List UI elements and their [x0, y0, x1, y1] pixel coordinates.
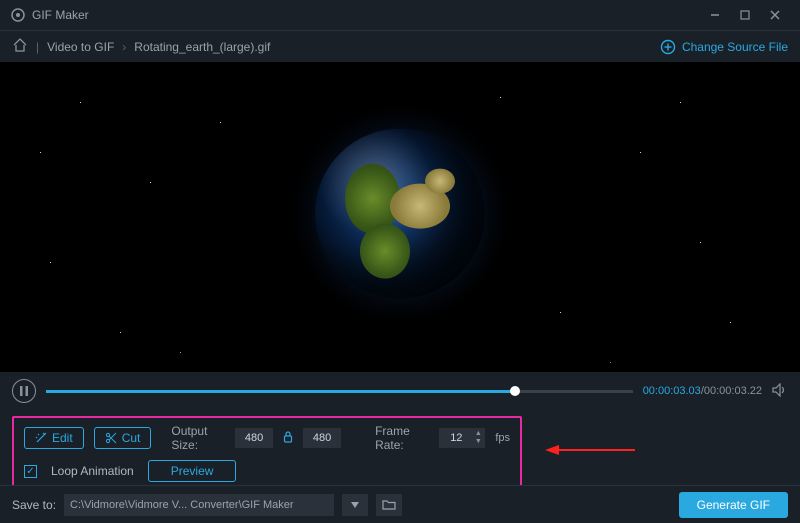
footer-bar: Save to: Generate GIF — [0, 485, 800, 523]
breadcrumb-separator: | — [36, 40, 39, 54]
seek-thumb[interactable] — [510, 386, 520, 396]
output-size-label: Output Size: — [171, 424, 225, 452]
breadcrumb-item-1[interactable]: Video to GIF — [47, 40, 114, 54]
save-path-dropdown[interactable] — [342, 494, 368, 516]
chevron-down-icon[interactable]: ▼ — [473, 438, 483, 446]
open-folder-button[interactable] — [376, 494, 402, 516]
time-total: 00:00:03.22 — [704, 385, 762, 397]
frame-rate-label: Frame Rate: — [375, 424, 429, 452]
chevron-right-icon: › — [122, 40, 126, 54]
generate-label: Generate GIF — [697, 498, 770, 512]
app-logo-icon — [10, 7, 26, 23]
preview-button[interactable]: Preview — [148, 460, 237, 482]
change-source-button[interactable]: Change Source File — [660, 39, 788, 55]
preview-viewport — [0, 62, 800, 372]
output-width-input[interactable] — [235, 428, 273, 448]
frame-rate-stepper[interactable]: ▲▼ — [473, 428, 483, 448]
breadcrumb-item-2: Rotating_earth_(large).gif — [134, 40, 270, 54]
close-button[interactable] — [760, 10, 790, 20]
wand-icon — [35, 432, 47, 444]
playback-controls: 00:00:03.03/00:00:03.22 — [0, 372, 800, 410]
change-source-label: Change Source File — [682, 40, 788, 54]
titlebar: GIF Maker — [0, 0, 800, 30]
app-title: GIF Maker — [32, 8, 89, 22]
plus-circle-icon — [660, 39, 676, 55]
annotation-arrow-icon — [545, 442, 635, 458]
lock-aspect-icon[interactable] — [283, 431, 293, 446]
scissors-icon — [105, 432, 117, 444]
chevron-down-icon — [351, 502, 359, 508]
edit-button[interactable]: Edit — [24, 427, 84, 449]
seek-fill — [46, 390, 515, 393]
save-path-input[interactable] — [64, 494, 334, 516]
chevron-up-icon[interactable]: ▲ — [473, 430, 483, 438]
fps-unit-label: fps — [495, 432, 510, 444]
folder-icon — [382, 499, 396, 510]
seek-bar[interactable] — [46, 390, 633, 393]
maximize-button[interactable] — [730, 10, 760, 20]
pause-icon — [20, 386, 28, 396]
loop-animation-checkbox[interactable]: ✓ — [24, 465, 37, 478]
generate-gif-button[interactable]: Generate GIF — [679, 492, 788, 518]
preview-image — [315, 129, 485, 299]
settings-panel: Edit Cut Output Size: Frame Rate: ▲▼ fps… — [0, 410, 800, 494]
preview-label: Preview — [171, 464, 214, 478]
breadcrumb-bar: | Video to GIF › Rotating_earth_(large).… — [0, 30, 800, 62]
cut-button[interactable]: Cut — [94, 427, 152, 449]
cut-label: Cut — [122, 431, 141, 445]
home-icon[interactable] — [12, 37, 28, 56]
loop-animation-label: Loop Animation — [51, 464, 134, 478]
highlighted-settings-box: Edit Cut Output Size: Frame Rate: ▲▼ fps… — [12, 416, 522, 492]
timecode: 00:00:03.03/00:00:03.22 — [643, 385, 762, 397]
time-elapsed: 00:00:03.03 — [643, 385, 701, 397]
minimize-button[interactable] — [700, 10, 730, 20]
pause-button[interactable] — [12, 379, 36, 403]
volume-icon[interactable] — [772, 383, 788, 400]
edit-label: Edit — [52, 431, 73, 445]
save-to-label: Save to: — [12, 498, 56, 512]
output-height-input[interactable] — [303, 428, 341, 448]
